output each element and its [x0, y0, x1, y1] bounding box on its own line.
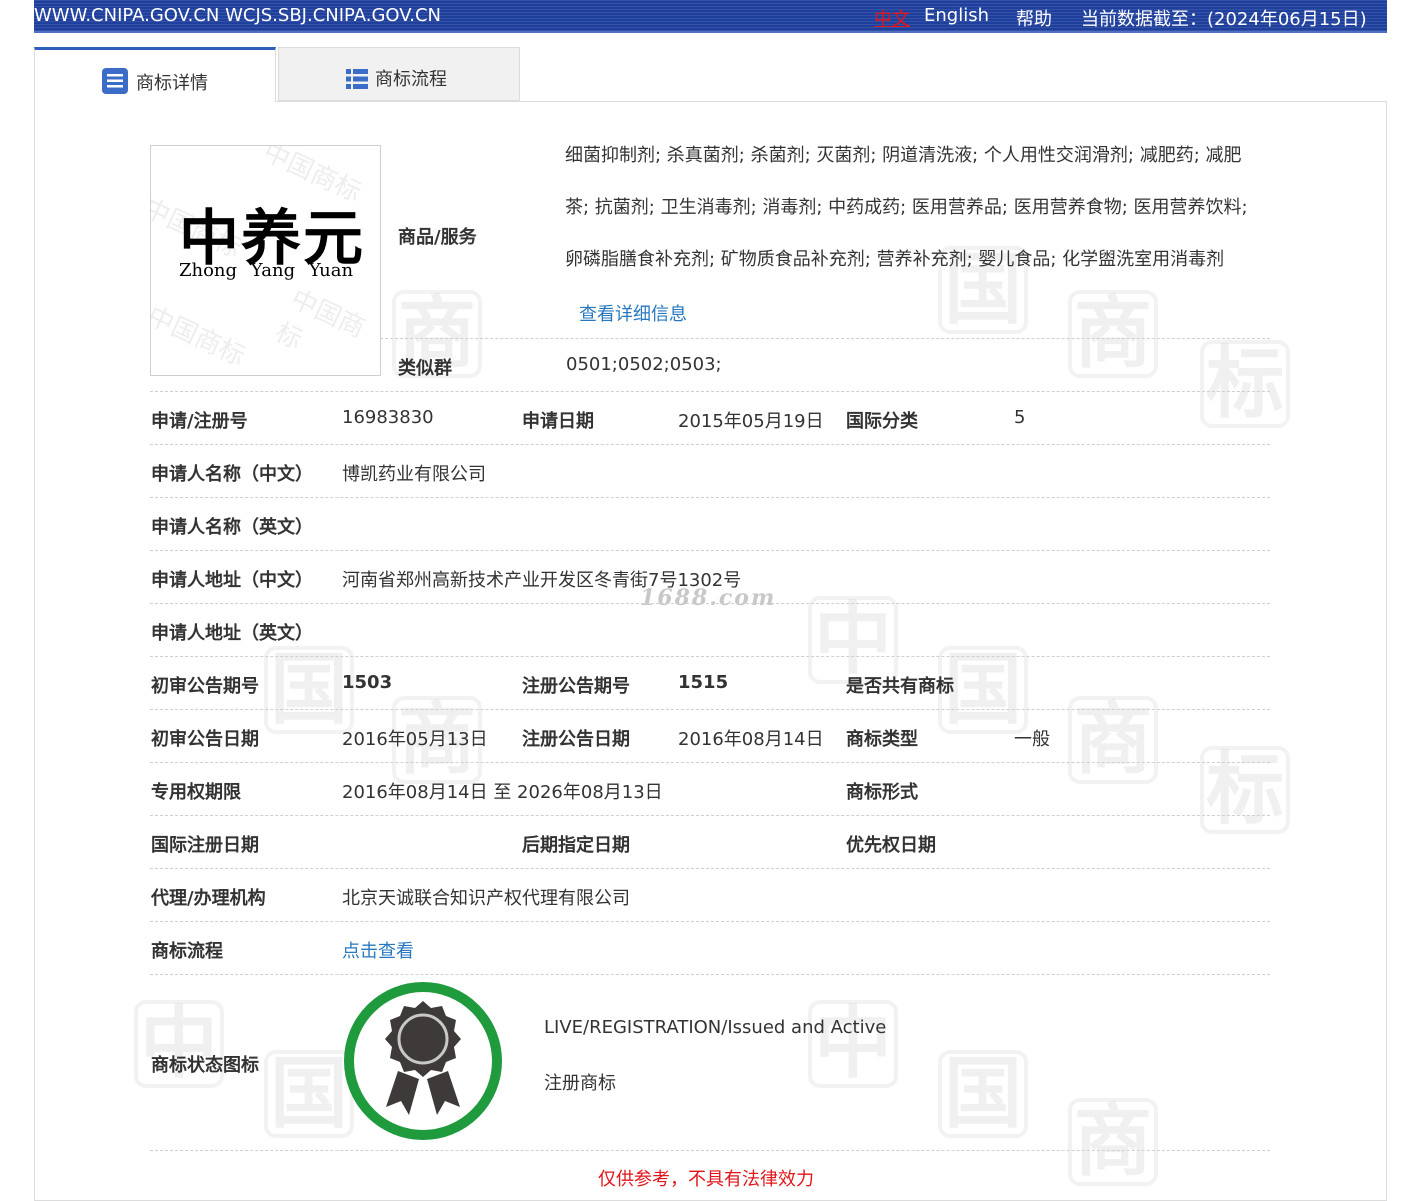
divider: [150, 709, 1270, 710]
view-details-link[interactable]: 查看详细信息: [579, 300, 687, 326]
watermark-char: 中: [808, 1000, 898, 1088]
status-icon-label: 商标状态图标: [151, 1055, 259, 1076]
address-cn-label: 申请人地址（中文）: [151, 570, 313, 591]
top-bar-underline: [34, 31, 1387, 33]
trademark-pinyin-text: Zhong Yang Yuan: [179, 260, 354, 281]
mark-type-value: 一般: [1014, 729, 1050, 750]
term-value: 2016年08月14日 至 2026年08月13日: [342, 782, 663, 803]
later-designation-label: 后期指定日期: [522, 835, 630, 856]
reg-issue-label: 注册公告期号: [522, 676, 630, 697]
tab-process-label: 商标流程: [375, 69, 447, 90]
status-english: LIVE/REGISTRATION/Issued and Active: [544, 1017, 887, 1038]
divider: [150, 762, 1270, 763]
disclaimer-note: 仅供参考，不具有法律效力: [598, 1169, 814, 1190]
process-label: 商标流程: [151, 941, 223, 962]
similar-group-value: 0501;0502;0503;: [566, 354, 722, 375]
divider: [150, 550, 1270, 551]
status-chinese: 注册商标: [544, 1073, 616, 1094]
reg-no-label: 申请/注册号: [151, 411, 248, 432]
trademark-image: 中国商标 中国商标 中国商标 中国商标 中养元 Zhong Yang Yuan: [150, 145, 381, 376]
registered-status-badge-icon: [343, 981, 503, 1141]
intl-class-label: 国际分类: [846, 411, 918, 432]
data-cutoff-date: 当前数据截至：(2024年06月15日): [1081, 9, 1367, 30]
watermark-char: 标: [1200, 746, 1290, 834]
tab-trademark-process[interactable]: 商标流程: [278, 47, 520, 101]
goods-line: 细菌抑制剂; 杀真菌剂; 杀菌剂; 灭菌剂; 阴道清洗液; 个人用性交润滑剂; …: [565, 145, 1242, 166]
mark-form-label: 商标形式: [846, 782, 918, 803]
reg-date-value: 2016年08月14日: [678, 729, 824, 750]
watermark-char: 国: [938, 1050, 1028, 1138]
logo-watermark: 中国商标: [150, 301, 250, 373]
list-icon: [346, 68, 368, 95]
address-en-label: 申请人地址（英文）: [151, 623, 313, 644]
shared-mark-label: 是否共有商标: [846, 676, 954, 697]
tab-trademark-details[interactable]: 商标详情: [34, 47, 276, 102]
divider: [150, 391, 1270, 392]
language-chinese-link[interactable]: 中文: [874, 5, 910, 31]
agent-value: 北京天诚联合知识产权代理有限公司: [342, 888, 630, 909]
goods-services-list: 细菌抑制剂; 杀真菌剂; 杀菌剂; 灭菌剂; 阴道清洗液; 个人用性交润滑剂; …: [565, 130, 1275, 286]
reg-issue-value: 1515: [678, 672, 729, 693]
divider: [150, 497, 1270, 498]
prelim-date-label: 初审公告日期: [151, 729, 259, 750]
prelim-issue-label: 初审公告期号: [151, 676, 259, 697]
divider: [150, 868, 1270, 869]
divider: [150, 656, 1270, 657]
term-label: 专用权期限: [151, 782, 241, 803]
divider: [150, 815, 1270, 816]
watermark-char: 商: [1068, 290, 1158, 378]
intl-reg-date-label: 国际注册日期: [151, 835, 259, 856]
app-date-label: 申请日期: [522, 411, 594, 432]
applicant-cn-value: 博凯药业有限公司: [342, 464, 486, 485]
help-link[interactable]: 帮助: [1016, 5, 1052, 31]
reg-no-value: 16983830: [342, 407, 434, 428]
divider: [150, 444, 1270, 445]
intl-class-value: 5: [1014, 407, 1026, 428]
divider: [380, 338, 1270, 339]
language-english-link[interactable]: English: [924, 5, 989, 26]
prelim-issue-value: 1503: [342, 672, 393, 693]
reg-date-label: 注册公告日期: [522, 729, 630, 750]
document-list-icon: [101, 67, 129, 100]
divider: [150, 921, 1270, 922]
mark-type-label: 商标类型: [846, 729, 918, 750]
applicant-en-label: 申请人名称（英文）: [151, 517, 313, 538]
site-urls[interactable]: WWW.CNIPA.GOV.CN WCJS.SBJ.CNIPA.GOV.CN: [34, 5, 441, 26]
app-date-value: 2015年05月19日: [678, 411, 824, 432]
watermark-char: 商: [1068, 1098, 1158, 1186]
goods-line: 卵磷脂膳食补充剂; 矿物质食品补充剂; 营养补充剂; 婴儿食品; 化学盥洗室用消…: [565, 249, 1225, 270]
logo-watermark: 中国商标: [270, 283, 370, 356]
watermark-char: 中: [808, 596, 898, 684]
prelim-date-value: 2016年05月13日: [342, 729, 488, 750]
watermark-char: 国: [264, 646, 354, 734]
watermark-char: 国: [264, 1050, 354, 1138]
agent-label: 代理/办理机构: [151, 888, 266, 909]
tab-details-label: 商标详情: [136, 73, 208, 94]
divider: [150, 974, 1270, 975]
top-bar: WWW.CNIPA.GOV.CN WCJS.SBJ.CNIPA.GOV.CN 中…: [34, 0, 1387, 31]
applicant-cn-label: 申请人名称（中文）: [151, 464, 313, 485]
priority-date-label: 优先权日期: [846, 835, 936, 856]
watermark-char: 标: [1200, 340, 1290, 428]
similar-group-label: 类似群: [398, 358, 452, 379]
source-watermark: 1688.com: [640, 585, 777, 611]
divider: [150, 603, 1270, 604]
view-process-link[interactable]: 点击查看: [342, 937, 414, 963]
goods-services-label: 商品/服务: [398, 227, 477, 248]
goods-line: 茶; 抗菌剂; 卫生消毒剂; 消毒剂; 中药成药; 医用营养品; 医用营养食物;…: [565, 197, 1248, 218]
divider: [150, 1150, 1270, 1151]
